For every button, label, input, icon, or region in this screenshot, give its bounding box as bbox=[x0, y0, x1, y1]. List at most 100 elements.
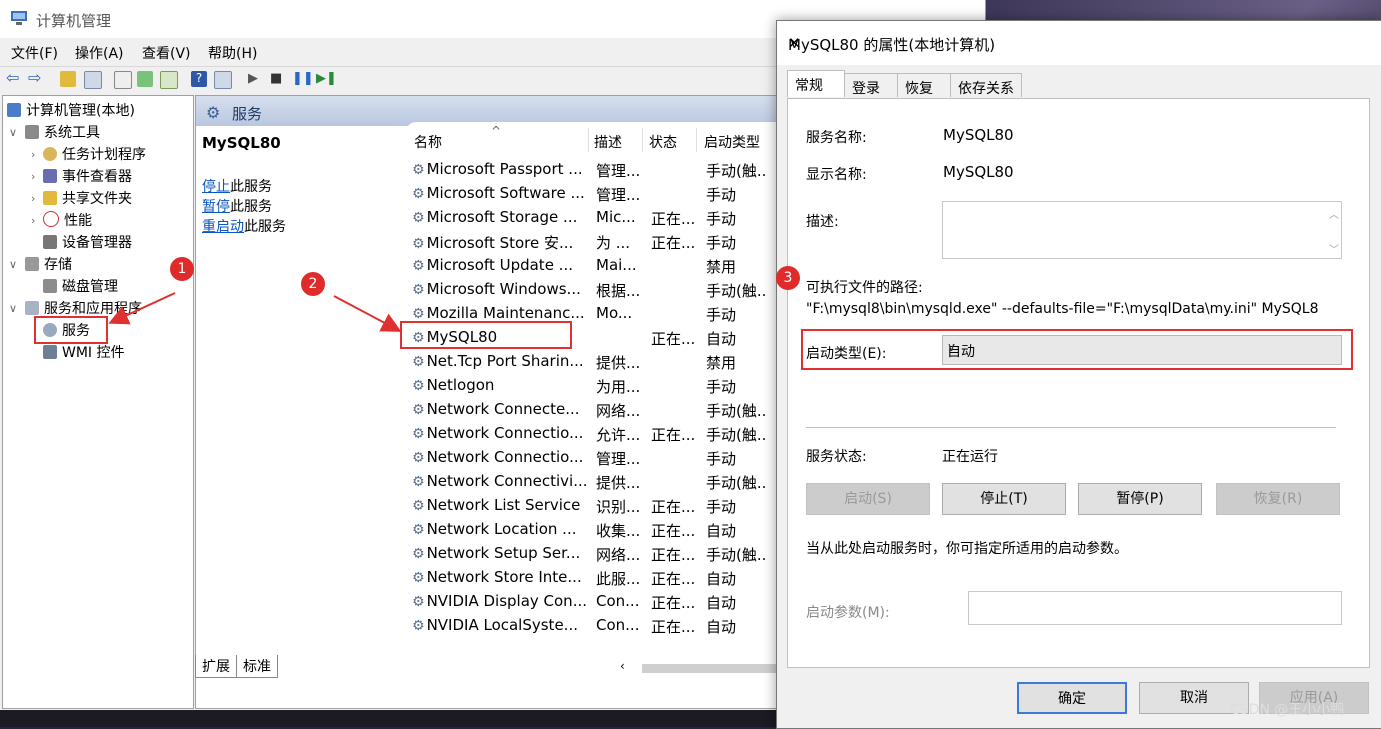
tab-dependencies[interactable]: 依存关系 bbox=[950, 73, 1022, 97]
tree-disk-management[interactable]: 磁盘管理 bbox=[43, 276, 118, 296]
export-icon[interactable] bbox=[160, 71, 178, 89]
tree-system-tools[interactable]: 系统工具 bbox=[25, 122, 100, 142]
tree-event-viewer-label: 事件查看器 bbox=[62, 169, 132, 185]
tab-extended[interactable]: 扩展 bbox=[195, 655, 237, 678]
expand-arrow-icon[interactable]: ∨ bbox=[9, 258, 17, 271]
show-action-pane-icon[interactable] bbox=[214, 71, 232, 89]
column-divider[interactable] bbox=[588, 128, 589, 152]
tab-standard[interactable]: 标准 bbox=[236, 655, 278, 678]
table-row[interactable]: ⚙ Net.Tcp Port Sharin... 提供... 禁用 bbox=[406, 350, 766, 374]
start-button[interactable]: 启动(S) bbox=[806, 483, 930, 515]
gear-icon: ⚙ bbox=[412, 186, 425, 202]
table-row[interactable]: ⚙ NVIDIA Display Con... Con... 正在... 自动 bbox=[406, 590, 766, 614]
table-row[interactable]: ⚙ Microsoft Update ... Mai... 禁用 bbox=[406, 254, 766, 278]
back-icon[interactable]: ⇦ bbox=[6, 68, 22, 87]
tab-logon[interactable]: 登录 bbox=[844, 73, 898, 97]
column-header-startup[interactable]: 启动类型 bbox=[704, 132, 760, 154]
tree-task-scheduler[interactable]: 任务计划程序 bbox=[43, 144, 146, 164]
stop-icon[interactable]: ■ bbox=[270, 71, 286, 87]
scroll-up-icon[interactable]: ︿ bbox=[1329, 206, 1339, 221]
table-row[interactable]: ⚙ Network List Service 识别... 正在... 手动 bbox=[406, 494, 766, 518]
start-params-input[interactable] bbox=[968, 591, 1342, 625]
service-name-cell: ⚙ Microsoft Update ... bbox=[412, 256, 588, 274]
tree-storage[interactable]: 存储 bbox=[25, 254, 72, 274]
column-header-name[interactable]: 名称 bbox=[414, 132, 442, 154]
tree-shared-folders[interactable]: 共享文件夹 bbox=[43, 188, 132, 208]
show-tree-icon[interactable] bbox=[84, 71, 102, 89]
forward-icon[interactable]: ⇨ bbox=[28, 68, 44, 87]
table-row[interactable]: ⚙ Netlogon 为用... 手动 bbox=[406, 374, 766, 398]
stop-button[interactable]: 停止(T) bbox=[942, 483, 1066, 515]
gear-icon: ⚙ bbox=[412, 282, 425, 298]
table-row[interactable]: ⚙ Network Location ... 收集... 正在... 自动 bbox=[406, 518, 766, 542]
table-row[interactable]: ⚙ Network Setup Ser... 网络... 正在... 手动(触... bbox=[406, 542, 768, 566]
scroll-down-icon[interactable]: ﹀ bbox=[1329, 241, 1339, 256]
table-row[interactable]: ⚙ Network Connectio... 管理... 手动 bbox=[406, 446, 766, 470]
pause-icon[interactable]: ❚❚ bbox=[292, 71, 314, 87]
tab-general[interactable]: 常规 bbox=[787, 70, 845, 97]
menu-file[interactable]: 文件(F) bbox=[11, 43, 58, 63]
table-row[interactable]: ⚙ Microsoft Storage ... Mic... 正在... 手动 bbox=[406, 206, 766, 230]
service-name-cell: ⚙ Mozilla Maintenanc... bbox=[412, 304, 588, 322]
service-description-cell: 管理... bbox=[596, 162, 641, 180]
refresh-icon[interactable] bbox=[137, 71, 153, 87]
restart-service-link[interactable]: 重启动 bbox=[202, 219, 244, 235]
tree-device-manager[interactable]: 设备管理器 bbox=[43, 232, 132, 252]
pause-service-link[interactable]: 暂停 bbox=[202, 199, 230, 215]
service-description-cell: 为 ... bbox=[596, 234, 631, 252]
table-row[interactable]: ⚙ Microsoft Store 安... 为 ... 正在... 手动 bbox=[406, 230, 766, 254]
menu-action[interactable]: 操作(A) bbox=[75, 43, 124, 63]
column-header-description[interactable]: 描述 bbox=[594, 132, 622, 154]
gear-icon: ⚙ bbox=[412, 522, 425, 538]
table-row[interactable]: ⚙ NVIDIA LocalSyste... Con... 正在... 自动 bbox=[406, 614, 766, 638]
tree-services-apps[interactable]: 服务和应用程序 bbox=[25, 298, 142, 318]
table-row[interactable]: ⚙ Network Connectivi... 提供... 手动(触... bbox=[406, 470, 768, 494]
scroll-left-icon[interactable]: ‹ bbox=[620, 659, 625, 673]
resume-button[interactable]: 恢复(R) bbox=[1216, 483, 1340, 515]
extended-info-panel: MySQL80 停止此服务 暂停此服务 重启动此服务 bbox=[196, 126, 401, 651]
gear-icon: ⚙ bbox=[412, 594, 425, 610]
restart-icon[interactable]: ▶❚ bbox=[316, 71, 337, 87]
tree-performance[interactable]: 性能 bbox=[43, 210, 92, 230]
table-row[interactable]: ⚙ Microsoft Passport ... 管理... 手动(触... bbox=[406, 158, 768, 182]
menu-view[interactable]: 查看(V) bbox=[142, 43, 191, 63]
service-startup-cell: 手动 bbox=[706, 498, 737, 516]
pause-button[interactable]: 暂停(P) bbox=[1078, 483, 1202, 515]
ok-button[interactable]: 确定 bbox=[1017, 682, 1127, 714]
properties-icon[interactable] bbox=[114, 71, 132, 89]
column-divider[interactable] bbox=[696, 128, 697, 152]
table-row[interactable]: ⚙ Network Store Inte... 此服... 正在... 自动 bbox=[406, 566, 766, 590]
service-name-text: Network Connecte... bbox=[426, 400, 580, 418]
column-header-status[interactable]: 状态 bbox=[649, 132, 677, 154]
menu-help[interactable]: 帮助(H) bbox=[208, 43, 257, 63]
up-folder-icon[interactable] bbox=[60, 71, 76, 87]
expand-arrow-icon[interactable]: ∨ bbox=[9, 126, 17, 139]
play-icon[interactable]: ▶ bbox=[248, 71, 264, 87]
gear-icon: ⚙ bbox=[206, 103, 221, 122]
stop-service-line: 停止此服务 bbox=[202, 176, 272, 196]
tree-event-viewer[interactable]: 事件查看器 bbox=[43, 166, 132, 186]
table-row[interactable]: ⚙ Network Connectio... 允许... 正在... 手动(触... bbox=[406, 422, 768, 446]
column-divider[interactable] bbox=[642, 128, 643, 152]
collapse-arrow-icon[interactable]: › bbox=[31, 170, 35, 183]
table-row[interactable]: ⚙ Microsoft Software ... 管理... 手动 bbox=[406, 182, 766, 206]
stop-service-link[interactable]: 停止 bbox=[202, 179, 230, 195]
collapse-arrow-icon[interactable]: › bbox=[31, 192, 35, 205]
table-row[interactable]: ⚙ Network Connecte... 网络... 手动(触... bbox=[406, 398, 768, 422]
description-box[interactable]: ︿ ﹀ bbox=[942, 201, 1342, 259]
collapse-arrow-icon[interactable]: › bbox=[31, 214, 35, 227]
service-name-text: Microsoft Windows... bbox=[426, 280, 581, 298]
service-startup-cell: 手动 bbox=[706, 306, 737, 324]
expand-arrow-icon[interactable]: ∨ bbox=[9, 302, 17, 315]
service-status-cell: 正在... bbox=[651, 570, 696, 588]
navigation-tree: 计算机管理(本地) ∨ 系统工具 › 任务计划程序 › 事件查看器 › 共享文件… bbox=[2, 95, 194, 709]
tree-root[interactable]: 计算机管理(本地) bbox=[7, 100, 135, 120]
highlight-services-node bbox=[34, 316, 108, 344]
tab-recovery[interactable]: 恢复 bbox=[897, 73, 951, 97]
help-icon[interactable]: ? bbox=[191, 71, 207, 87]
table-row[interactable]: ⚙ Microsoft Windows... 根据... 手动(触... bbox=[406, 278, 768, 302]
tree-shared-folders-label: 共享文件夹 bbox=[62, 191, 132, 207]
collapse-arrow-icon[interactable]: › bbox=[31, 148, 35, 161]
close-icon[interactable]: ✕ bbox=[788, 34, 801, 52]
tree-wmi[interactable]: WMI 控件 bbox=[43, 342, 125, 362]
